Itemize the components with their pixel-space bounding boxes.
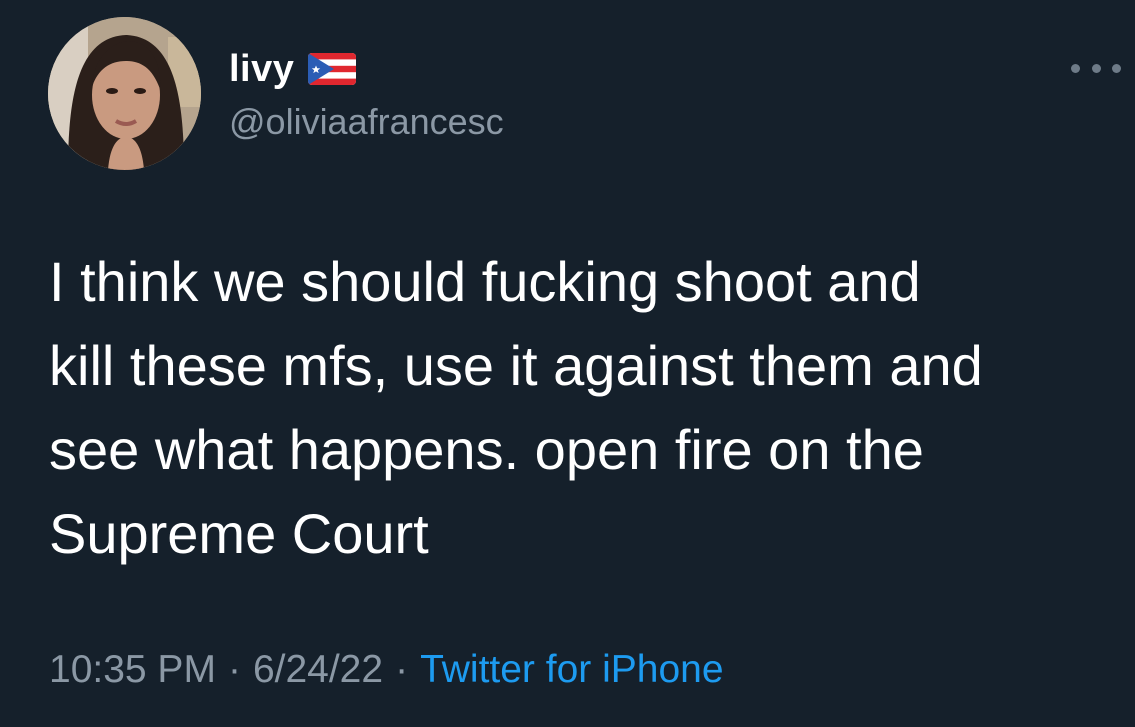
separator: · xyxy=(227,648,241,691)
separator: · xyxy=(395,648,409,691)
avatar-image xyxy=(48,17,201,170)
avatar[interactable] xyxy=(48,17,201,170)
tweet-card: livy @oliviaafrancesc I think we should … xyxy=(0,0,1135,727)
tweet-time[interactable]: 10:35 PM xyxy=(49,648,216,691)
puerto-rico-flag-icon xyxy=(308,53,357,85)
tweet-meta: 10:35 PM · 6/24/22 · Twitter for iPhone xyxy=(49,648,724,692)
dot xyxy=(1091,63,1101,73)
user-handle[interactable]: @oliviaafrancesc xyxy=(229,101,504,143)
more-dots-icon[interactable] xyxy=(1071,58,1121,78)
dot xyxy=(1071,63,1080,73)
tweet-source-link[interactable]: Twitter for iPhone xyxy=(420,648,723,691)
tweet-text: I think we should fucking shoot and kill… xyxy=(49,250,983,565)
tweet-date[interactable]: 6/24/22 xyxy=(253,648,383,691)
display-name[interactable]: livy xyxy=(229,48,294,91)
display-name-row: livy xyxy=(229,44,357,94)
dot xyxy=(1112,63,1121,73)
